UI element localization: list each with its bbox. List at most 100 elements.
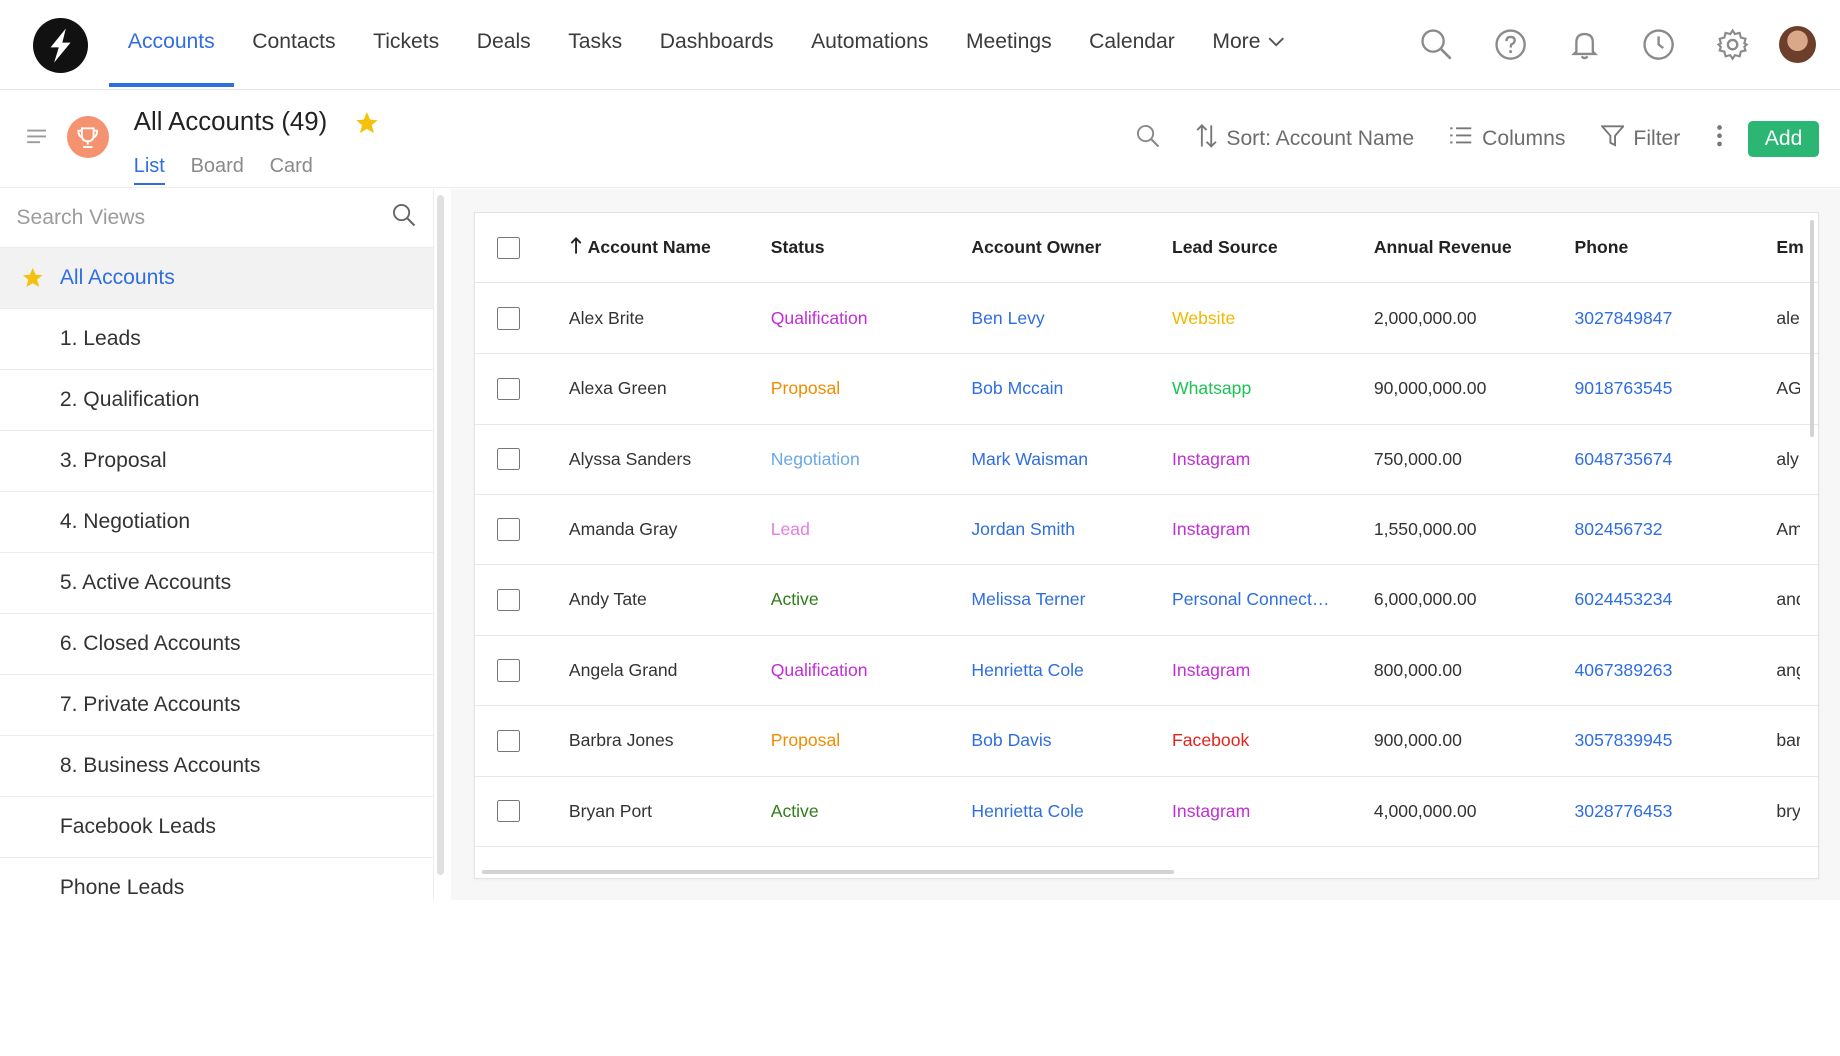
- cell-phone[interactable]: 3028776453: [1575, 777, 1763, 846]
- sidebar-item-closed-accounts[interactable]: 6. Closed Accounts: [0, 614, 434, 675]
- nav-item-accounts[interactable]: Accounts: [109, 0, 234, 87]
- nav-more-menu[interactable]: More: [1194, 0, 1303, 87]
- tab-list[interactable]: List: [133, 155, 165, 185]
- table-row[interactable]: Bryan Port Active Henrietta Cole Instagram 4…: [475, 777, 1818, 847]
- sidebar-item-negotiation[interactable]: 4. Negotiation: [0, 492, 434, 553]
- filter-button[interactable]: Filter: [1599, 124, 1680, 153]
- table-row[interactable]: Andy Tate Active Melissa Terner Personal Co…: [475, 565, 1818, 636]
- cell-phone[interactable]: 9018763545: [1575, 354, 1763, 423]
- sidebar-item-label: 8. Business Accounts: [59, 753, 261, 777]
- horizontal-scrollbar[interactable]: [482, 869, 1175, 875]
- cell-email: ang: [1776, 659, 1799, 680]
- cell-status: Active: [770, 589, 819, 610]
- sidebar-item-facebook-leads[interactable]: Facebook Leads: [0, 797, 434, 858]
- cell-phone[interactable]: 6024453234: [1575, 565, 1763, 634]
- nav-item-dashboards[interactable]: Dashboards: [641, 0, 792, 87]
- cell-owner[interactable]: Jordan Smith: [971, 495, 1159, 564]
- cell-owner[interactable]: Henrietta Cole: [971, 777, 1159, 846]
- clock-icon[interactable]: [1622, 21, 1696, 68]
- cell-source: Instagram: [1172, 659, 1251, 680]
- columns-button[interactable]: Columns: [1449, 126, 1565, 151]
- favorite-star-icon[interactable]: [354, 110, 380, 141]
- cell-phone[interactable]: 802456732: [1575, 495, 1763, 564]
- search-views-placeholder: Search Views: [16, 205, 146, 229]
- cell-phone[interactable]: 4067389263: [1575, 636, 1763, 705]
- menu-icon[interactable]: [26, 127, 47, 151]
- row-checkbox[interactable]: [497, 307, 520, 330]
- table-row[interactable]: Amanda Gray Lead Jordan Smith Instagram 1,55…: [475, 495, 1818, 566]
- bell-icon[interactable]: [1548, 21, 1622, 68]
- cell-name: Alexa Green: [568, 378, 667, 399]
- column-header-phone[interactable]: Phone: [1575, 213, 1763, 282]
- search-icon[interactable]: [1400, 21, 1474, 68]
- cell-owner[interactable]: Melissa Terner: [971, 565, 1159, 634]
- table-row[interactable]: Angela Grand Qualification Henrietta Cole I…: [475, 636, 1818, 707]
- nav-item-tasks[interactable]: Tasks: [549, 0, 641, 87]
- tab-card[interactable]: Card: [270, 155, 313, 185]
- row-checkbox-cell: [497, 565, 525, 634]
- gear-icon[interactable]: [1696, 21, 1770, 68]
- row-checkbox[interactable]: [497, 377, 520, 400]
- cell-name: Alyssa Sanders: [568, 448, 692, 469]
- add-button[interactable]: Add: [1748, 120, 1819, 157]
- nav-item-meetings[interactable]: Meetings: [947, 0, 1070, 87]
- more-options-button[interactable]: [1716, 124, 1723, 153]
- app-logo[interactable]: [32, 17, 88, 73]
- sidebar-item-leads[interactable]: 1. Leads: [0, 309, 434, 370]
- nav-item-deals[interactable]: Deals: [458, 0, 550, 87]
- sidebar-item-private-accounts[interactable]: 7. Private Accounts: [0, 675, 434, 736]
- table-row[interactable]: Barbra Jones Proposal Bob Davis Facebook 900…: [475, 706, 1818, 777]
- sidebar-item-qualification[interactable]: 2. Qualification: [0, 370, 434, 431]
- cell-owner[interactable]: Bob Davis: [971, 706, 1159, 775]
- column-header-label: Account Name: [587, 237, 711, 258]
- select-all-checkbox[interactable]: [497, 236, 520, 260]
- nav-item-contacts[interactable]: Contacts: [234, 0, 355, 87]
- row-checkbox-cell: [497, 425, 525, 494]
- row-checkbox[interactable]: [497, 448, 520, 471]
- cell-owner[interactable]: Bob Mccain: [971, 354, 1159, 423]
- row-checkbox[interactable]: [497, 588, 520, 612]
- sort-button[interactable]: Sort: Account Name: [1196, 123, 1414, 155]
- column-header-account-name[interactable]: Account Name: [569, 213, 757, 282]
- nav-item-calendar[interactable]: Calendar: [1070, 0, 1193, 87]
- nav-item-tickets[interactable]: Tickets: [354, 0, 458, 87]
- tab-board[interactable]: Board: [191, 155, 244, 185]
- cell-owner[interactable]: Mark Waisman: [971, 425, 1159, 494]
- sidebar-item-proposal[interactable]: 3. Proposal: [0, 431, 434, 492]
- sidebar-scrollbar[interactable]: [436, 194, 444, 876]
- sidebar-item-label: All Accounts: [59, 265, 175, 289]
- cell-revenue: 800,000.00: [1373, 659, 1462, 680]
- sidebar-item-active-accounts[interactable]: 5. Active Accounts: [0, 553, 434, 614]
- nav-item-automations[interactable]: Automations: [792, 0, 947, 87]
- column-header-annual-revenue[interactable]: Annual Revenue: [1374, 213, 1562, 282]
- vertical-scrollbar[interactable]: [1809, 220, 1815, 438]
- sidebar-item-label: 2. Qualification: [59, 387, 200, 411]
- sidebar-item-business-accounts[interactable]: 8. Business Accounts: [0, 736, 434, 797]
- search-views-field[interactable]: Search Views: [0, 189, 434, 248]
- cell-email: AG: [1776, 378, 1800, 399]
- cell-phone[interactable]: 3057839945: [1575, 706, 1763, 775]
- table-row[interactable]: Alex Brite Qualification Ben Levy Website 2,…: [475, 284, 1818, 355]
- sidebar-item-phone-leads[interactable]: Phone Leads: [0, 858, 433, 900]
- column-header-account-owner[interactable]: Account Owner: [971, 213, 1159, 282]
- cell-owner[interactable]: Henrietta Cole: [971, 636, 1159, 705]
- table-row[interactable]: Alyssa Sanders Negotiation Mark Waisman Ins…: [475, 425, 1818, 495]
- avatar[interactable]: [1778, 25, 1817, 64]
- row-checkbox[interactable]: [497, 659, 520, 682]
- cell-status: Active: [770, 800, 819, 821]
- search-button[interactable]: [1135, 123, 1161, 155]
- table-row[interactable]: Alexa Green Proposal Bob Mccain Whatsapp 90,…: [475, 354, 1818, 425]
- column-header-lead-source[interactable]: Lead Source: [1172, 213, 1360, 282]
- column-header-status[interactable]: Status: [771, 213, 959, 282]
- cell-phone[interactable]: 3027849847: [1575, 284, 1763, 353]
- cell-owner[interactable]: Ben Levy: [971, 284, 1159, 353]
- sidebar-item-label: 1. Leads: [59, 326, 141, 350]
- row-checkbox[interactable]: [497, 800, 520, 823]
- cell-source: Instagram: [1172, 800, 1251, 821]
- cell-phone[interactable]: 6048735674: [1575, 425, 1763, 494]
- sidebar-item-label: 4. Negotiation: [59, 509, 191, 533]
- help-icon[interactable]: [1474, 21, 1548, 68]
- sidebar-item-all-accounts[interactable]: All Accounts: [0, 247, 434, 309]
- row-checkbox[interactable]: [497, 729, 520, 752]
- row-checkbox[interactable]: [497, 518, 520, 541]
